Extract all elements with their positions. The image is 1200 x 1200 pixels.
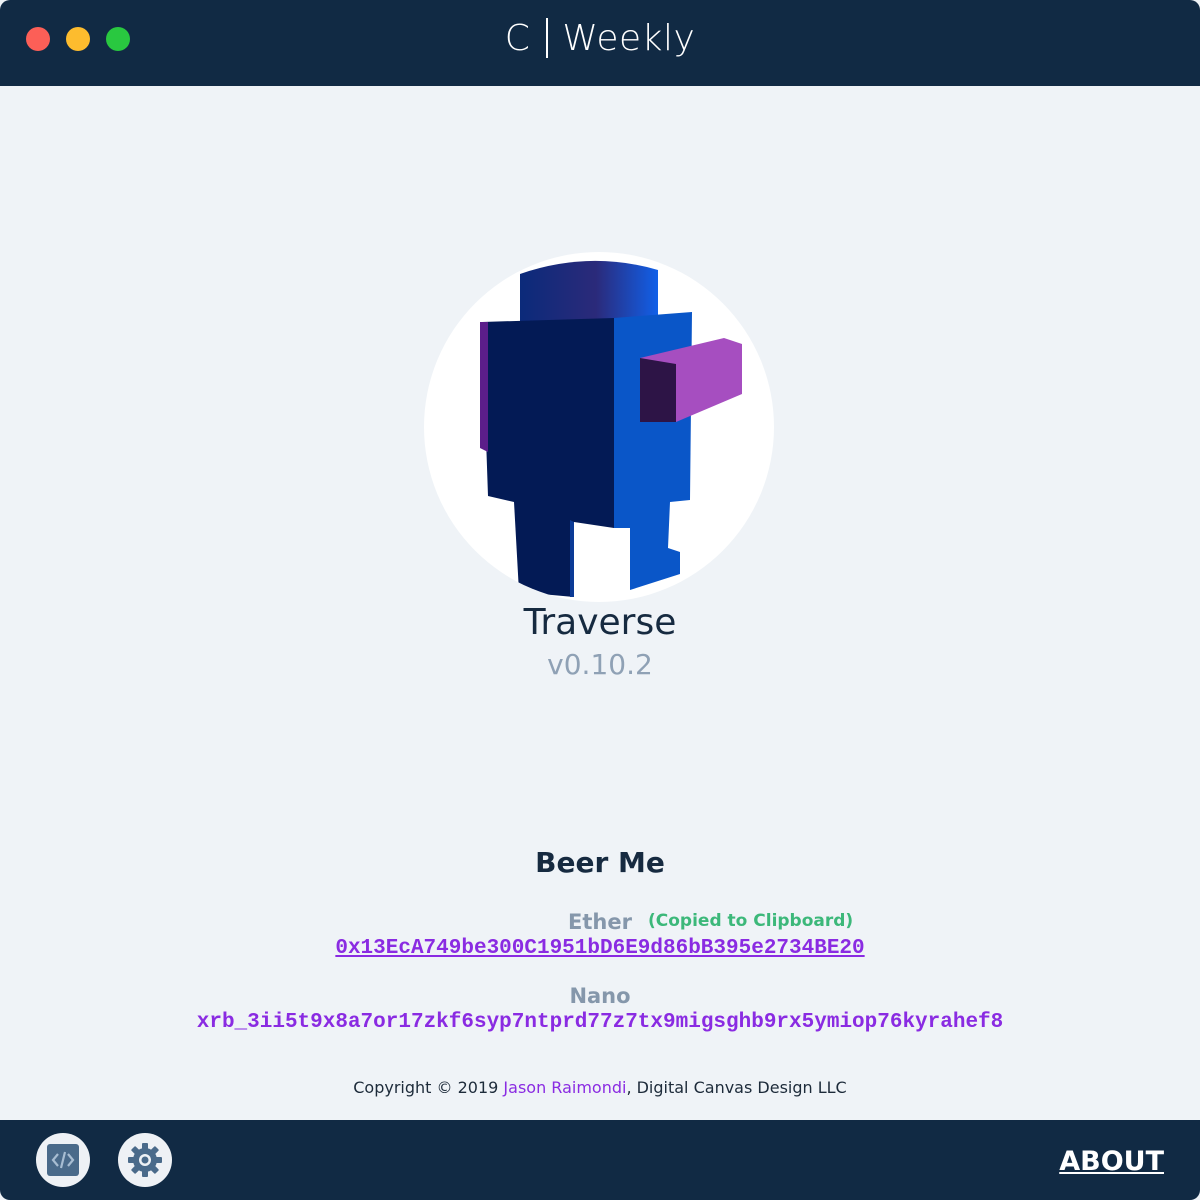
ether-address-link[interactable]: 0x13EcA749be300C1951bD6E9d86bB395e2734BE… (0, 937, 1200, 960)
app-title: C Weekly (0, 18, 1200, 59)
robot-logo-icon (480, 260, 742, 597)
ether-label: Ether (568, 910, 632, 934)
footer-bar: ABOUT (0, 1120, 1200, 1200)
about-link[interactable]: ABOUT (1059, 1146, 1164, 1177)
settings-button[interactable] (118, 1133, 172, 1187)
title-bar: C Weekly (0, 0, 1200, 86)
code-icon (47, 1144, 79, 1176)
product-logo (424, 252, 774, 602)
nano-label: Nano (569, 984, 631, 1008)
product-name: Traverse (523, 602, 677, 643)
company-name: Digital Canvas Design LLC (636, 1078, 847, 1097)
author-link[interactable]: Jason Raimondi (503, 1078, 626, 1097)
app-title-prefix: C (504, 18, 531, 59)
gear-icon (128, 1143, 162, 1177)
title-separator (546, 18, 549, 58)
product-version: v0.10.2 (547, 648, 653, 681)
donate-heading: Beer Me (535, 846, 665, 879)
app-title-suffix: Weekly (562, 18, 696, 59)
copyright-prefix: Copyright © 2019 (353, 1078, 499, 1097)
copyright: Copyright © 2019 Jason Raimondi, Digital… (353, 1078, 847, 1097)
nano-address-link[interactable]: xrb_3ii5t9x8a7or17zkf6syp7ntprd77z7tx9mi… (0, 1011, 1200, 1034)
dev-tools-button[interactable] (36, 1133, 90, 1187)
copied-status: (Copied to Clipboard) (648, 911, 854, 931)
